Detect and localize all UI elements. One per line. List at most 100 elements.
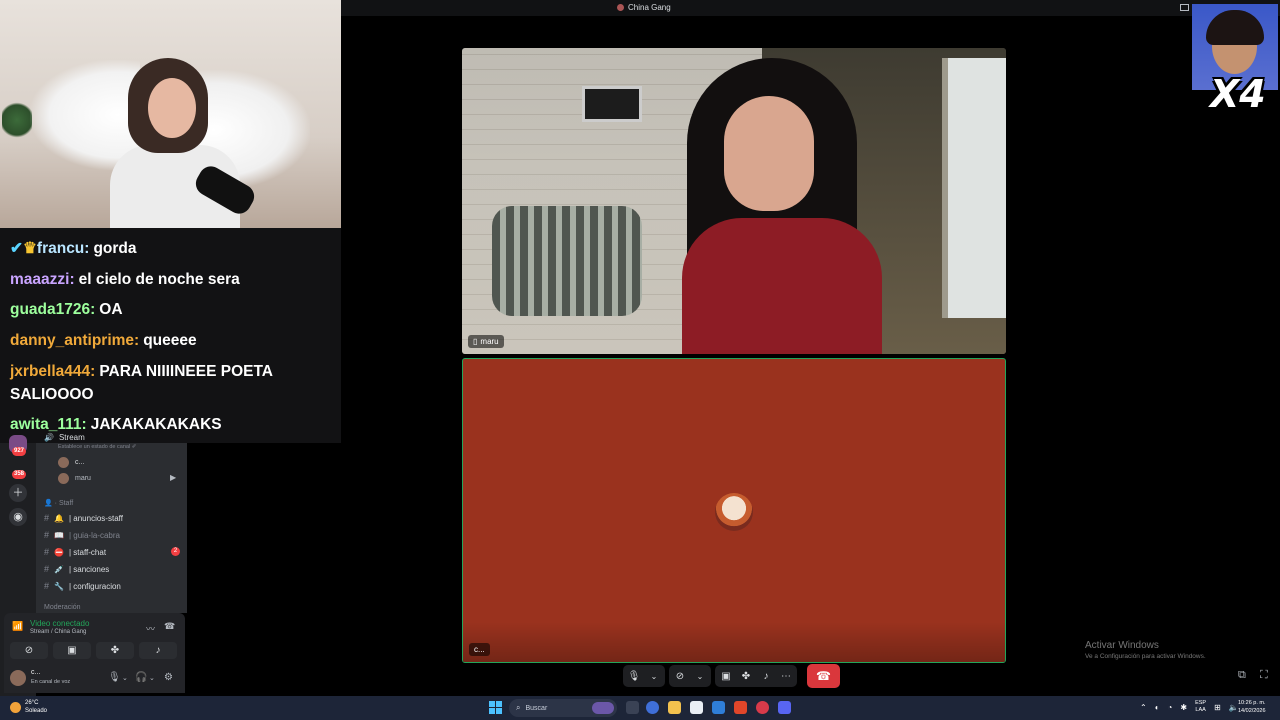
soundboard-button[interactable]: ♪ [139,642,177,659]
system-tray: ⌃ ◐ ◔ ✱ ESP LAA ⊞ 🔈 [1140,700,1239,714]
clock-date: 14/02/2026 [1238,707,1266,714]
chat-text: el cielo de noche sera [78,270,240,288]
network-icon[interactable]: ⊞ [1214,703,1221,712]
category-staff[interactable]: 👤 · Staff [44,499,73,507]
microphone-button[interactable]: 🎙 [627,671,641,682]
streamer-face [148,78,196,138]
voice-user[interactable]: maru [58,473,91,484]
video-tile-self[interactable]: c... [462,358,1006,663]
window-title: China Gang [617,3,671,12]
start-button[interactable] [489,701,502,714]
crown-icon: ♛ [23,240,37,257]
chrome-icon[interactable] [756,701,769,714]
bluetooth-icon[interactable]: ✱ [1180,703,1187,712]
chat-message: guada1726: OA [10,295,331,326]
participant-face [724,96,814,211]
brave-icon[interactable] [734,701,747,714]
window-title-text: China Gang [628,3,671,12]
voice-connection-panel: 📶 Video conectado Stream / China Gang 〰 … [4,613,185,663]
headphones-icon[interactable]: 🎧 [135,672,147,683]
activities-button[interactable]: ✤ [739,671,753,682]
voice-location[interactable]: Stream / China Gang [30,629,86,635]
channel-label: | anuncios-staff [68,513,123,523]
copilot-icon[interactable] [646,701,659,714]
language-indicator[interactable]: ESP LAA [1195,700,1206,714]
voice-channel-label: Stream [58,433,85,442]
channel-status-hint[interactable]: Establece un estado de canal ✐ [58,444,136,450]
popout-icon[interactable]: ⧉ [1238,669,1246,682]
channel-staff-chat[interactable]: # ⛔ | staff-chat [44,547,106,557]
more-options-button[interactable]: ⋯ [779,671,793,682]
language-code: ESP [1195,700,1207,706]
store-icon[interactable] [690,701,703,714]
task-view-icon[interactable] [626,701,639,714]
soundwave-icon[interactable]: 〰 [146,622,155,635]
voice-user-name: maru [75,475,91,482]
channel-label: | configuracion [68,581,121,591]
avatar [715,493,753,531]
search-highlight-icon [592,702,614,714]
discord-icon[interactable] [778,701,791,714]
hash-icon: # [44,547,50,557]
watermark-subtitle: Ve a Configuración para activar Windows. [1085,653,1206,660]
channel-anuncios-staff[interactable]: # 🔔 | anuncios-staff [44,513,123,523]
video-tile-maru[interactable]: ▯ maru [462,48,1006,354]
chat-text: gorda [93,240,137,257]
soundboard-button[interactable]: ♪ [759,671,773,682]
camera-off-button[interactable]: ⊘ [10,642,48,659]
activities-button[interactable]: ✤ [96,642,134,659]
user-name[interactable]: c... [31,669,40,676]
book-icon: 📖 [54,530,64,540]
gear-icon[interactable]: ⚙ [164,672,173,683]
channel-guia-la-cabra[interactable]: # 📖 | guia-la-cabra [44,530,120,540]
wifi-icon[interactable]: ◔ [1168,703,1173,712]
voice-user[interactable]: c... [58,457,84,468]
disconnect-icon[interactable]: ☎ [164,621,175,632]
rail-badge: 927 [12,447,27,456]
taskbar-search[interactable]: ⌕ Buscar [509,699,617,717]
camera-off-button[interactable]: ⊘ [673,671,687,682]
chevron-up-icon[interactable]: ⌃ [1140,703,1147,712]
call-controls: 🎙 ⌄ ⊘ ⌄ ▣ ✤ ♪ ⋯ ☎ [623,664,840,688]
explore-icon[interactable]: ◉ [9,508,27,526]
channel-sanciones[interactable]: # 💉 | sanciones [44,564,109,574]
speaker-icon: 🔊 [44,433,54,442]
plant-decoration [2,100,32,140]
voice-status[interactable]: Video conectado [30,619,89,628]
unread-badge: 2 [171,547,180,556]
room-window [582,86,642,122]
chevron-down-icon[interactable]: ⌄ [122,674,128,682]
no-entry-icon: ⛔ [54,547,64,557]
category-moderacion[interactable]: Moderación [44,604,81,611]
weather-widget[interactable]: 26°C Soleado [10,699,47,715]
couch [492,206,642,316]
wrench-icon: 🔧 [54,581,64,591]
channel-list: Establece un estado de canal ✐ 🔊 Stream … [36,433,187,613]
fullscreen-icon[interactable]: ⛶ [1260,669,1268,682]
chat-username: francu: [36,240,90,257]
signal-icon: 📶 [12,621,24,631]
mic-options-chevron[interactable]: ⌄ [647,672,661,681]
app-tray-icon[interactable]: ◐ [1155,703,1160,712]
screen-share-button[interactable]: ▣ [719,671,733,682]
camera-icon: ▶ [170,473,177,482]
syringe-icon: 💉 [54,564,64,574]
todo-icon[interactable] [712,701,725,714]
camera-options-chevron[interactable]: ⌄ [693,672,707,681]
screen-share-button[interactable]: ▣ [53,642,91,659]
file-explorer-icon[interactable] [668,701,681,714]
hang-up-button[interactable]: ☎ [807,664,840,688]
channel-configuracion[interactable]: # 🔧 | configuracion [44,581,121,591]
participant-name: c... [474,645,485,654]
chat-username: jxrbella444: [10,363,96,380]
clock[interactable]: 10:26 p. m. 14/02/2026 [1238,700,1266,715]
add-server-button[interactable]: ＋ [9,484,27,502]
avatar[interactable] [10,670,26,686]
microphone-icon[interactable]: 🎙 [108,672,121,683]
voice-channel-stream[interactable]: 🔊 Stream [44,433,85,442]
phone-icon: ▯ [473,337,478,346]
verified-icon: ✔ [10,240,23,257]
picture-in-picture-icon[interactable] [1180,4,1189,11]
chevron-down-icon[interactable]: ⌄ [149,674,155,682]
category-label: Moderación [44,604,81,611]
